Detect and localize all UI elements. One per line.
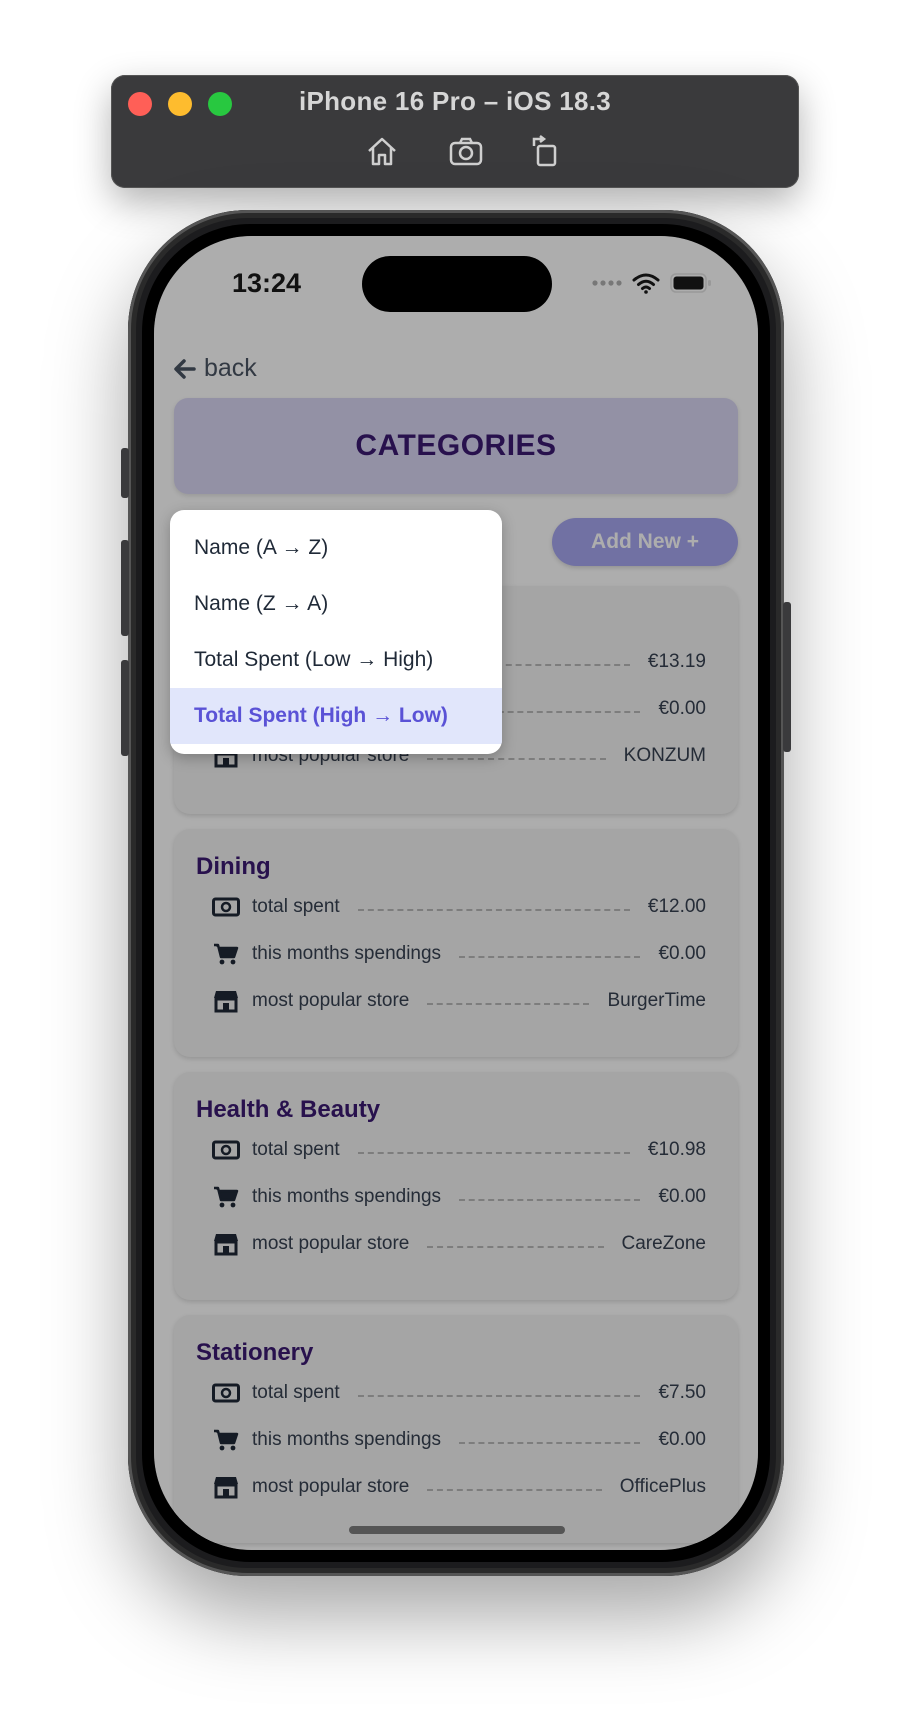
screenshot-icon[interactable]	[448, 134, 484, 168]
sort-option-total-asc[interactable]: Total Spent (Low → High)	[170, 632, 502, 688]
sort-option-total-desc[interactable]: Total Spent (High → Low)	[170, 688, 502, 744]
sort-option-name-asc[interactable]: Name (A → Z)	[170, 520, 502, 576]
cellular-icon	[592, 280, 622, 286]
dynamic-island	[362, 256, 552, 312]
phone-screen: 13:24 back CATEGORIES Add New + total sp…	[154, 236, 758, 1550]
simulator-title: iPhone 16 Pro – iOS 18.3	[298, 86, 612, 116]
power-button	[783, 602, 791, 752]
status-icons	[592, 268, 712, 298]
battery-icon	[670, 273, 711, 293]
sort-menu: Name (A → Z) Name (Z → A) Total Spent (L…	[170, 510, 502, 754]
menu-backdrop[interactable]	[154, 236, 758, 1550]
home-icon[interactable]	[364, 134, 400, 168]
volume-down-button	[121, 660, 129, 756]
categories-screen: back CATEGORIES Add New + total spent €1…	[154, 236, 758, 1550]
sort-option-name-desc[interactable]: Name (Z → A)	[170, 576, 502, 632]
action-button	[121, 448, 129, 498]
volume-up-button	[121, 540, 129, 636]
home-indicator[interactable]	[349, 1526, 565, 1534]
rotate-icon[interactable]	[528, 134, 564, 168]
wifi-icon	[632, 273, 660, 294]
status-time: 13:24	[232, 268, 302, 298]
